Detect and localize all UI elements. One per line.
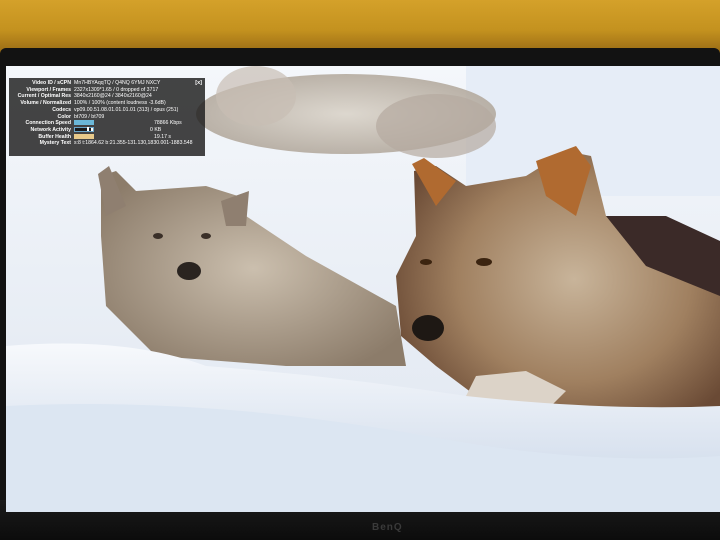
stats-label: Video ID / sCPN bbox=[32, 80, 71, 86]
stats-row-video-id: Video ID / sCPN Mn7HBYAqqTQ / Q4NQ 6YMJ … bbox=[11, 80, 202, 87]
network-activity-graph bbox=[74, 127, 94, 133]
stats-label: Mystery Text bbox=[39, 140, 71, 147]
stats-label: Color bbox=[57, 113, 71, 120]
stats-row-mystery-text: Mystery Text s:8 t:1864.62 b:21.355-131.… bbox=[11, 140, 202, 147]
stats-value: s:8 t:1864.62 b:21.355-131.130,1830.001-… bbox=[74, 140, 193, 147]
video-player[interactable]: [x] Video ID / sCPN Mn7HBYAqqTQ / Q4NQ 6… bbox=[6, 66, 720, 512]
stats-label: Volume / Normalized bbox=[20, 100, 71, 107]
stats-row-volume: Volume / Normalized 100% / 100% (content… bbox=[11, 100, 202, 107]
stats-label: Network Activity bbox=[30, 126, 71, 133]
stats-label: Viewport / Frames bbox=[26, 86, 71, 93]
stats-value: 2327x1309*1.65 / 0 dropped of 3717 bbox=[74, 86, 159, 93]
stats-label: Buffer Health bbox=[38, 133, 71, 140]
stats-row-color: Color bt709 / bt709 bbox=[11, 114, 202, 121]
stats-for-nerds-panel: [x] Video ID / sCPN Mn7HBYAqqTQ / Q4NQ 6… bbox=[9, 78, 205, 156]
stats-label: Current / Optimal Res bbox=[17, 93, 71, 100]
stats-value: Mn7HBYAqqTQ / Q4NQ 6YMJ NXCY bbox=[74, 80, 161, 86]
stats-row-resolution: Current / Optimal Res 3840x2160@24 / 384… bbox=[11, 93, 202, 100]
stats-value: 19.17 s bbox=[154, 133, 172, 140]
stats-label: Codecs bbox=[52, 106, 71, 113]
connection-speed-bar bbox=[74, 120, 94, 126]
stats-value: 78866 Kbps bbox=[154, 120, 182, 127]
stats-row-buffer-health: Buffer Health 19.17 s bbox=[11, 134, 202, 141]
stats-row-network-activity: Network Activity 0 KB bbox=[11, 127, 202, 134]
stats-value: bt709 / bt709 bbox=[74, 113, 105, 120]
buffer-health-bar bbox=[74, 133, 94, 139]
stats-close-button[interactable]: [x] bbox=[195, 80, 202, 87]
stats-value: 100% / 100% (content loudness -3.6dB) bbox=[74, 100, 166, 107]
stats-value: vp09.00.51.08.01.01.01.01 (313) / opus (… bbox=[74, 106, 179, 113]
stats-label: Connection Speed bbox=[25, 120, 71, 127]
monitor-brand-logo: BenQ bbox=[372, 522, 403, 533]
stats-row-codecs: Codecs vp09.00.51.08.01.01.01.01 (313) /… bbox=[11, 107, 202, 114]
stats-value: 3840x2160@24 / 3840x2160@24 bbox=[74, 93, 152, 100]
stats-row-connection-speed: Connection Speed 78866 Kbps bbox=[11, 120, 202, 127]
stats-row-viewport: Viewport / Frames 2327x1309*1.65 / 0 dro… bbox=[11, 87, 202, 94]
stats-value: 0 KB bbox=[150, 126, 162, 133]
